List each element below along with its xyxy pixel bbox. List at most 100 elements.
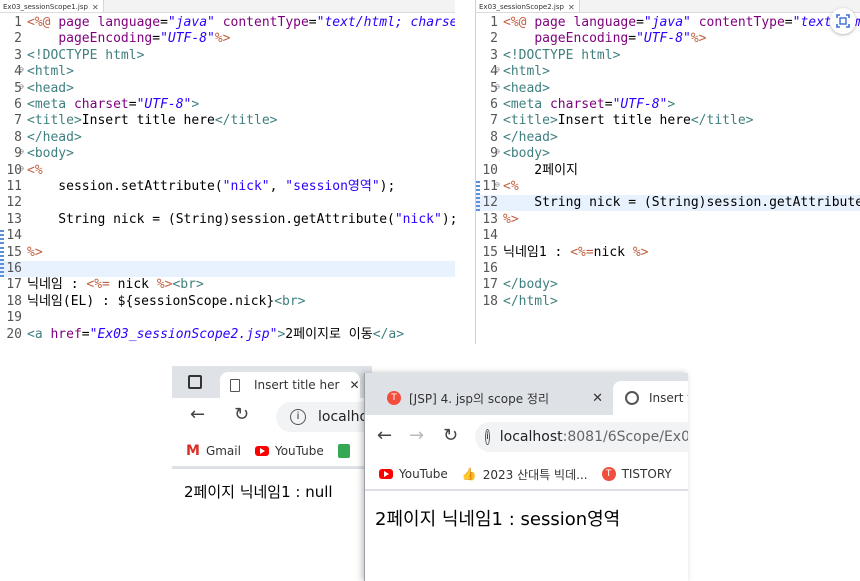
code-line[interactable]: 9 ⊖ <body> bbox=[0, 146, 455, 162]
code-line[interactable]: 2 pageEncoding="UTF-8"%> bbox=[476, 31, 860, 47]
close-icon[interactable]: ✕ bbox=[568, 3, 575, 12]
fold-toggle-icon[interactable]: ⊖ bbox=[495, 144, 500, 160]
code-line[interactable]: 12 String nick = (String)session.getAttr… bbox=[476, 195, 860, 212]
bookmark-youtube[interactable]: YouTube bbox=[379, 467, 448, 481]
code-line[interactable]: 10 ⊖ <% bbox=[0, 163, 455, 179]
page-text: 2페이지 닉네임1 : session영역 bbox=[375, 509, 621, 530]
screen-capture-icon[interactable] bbox=[830, 8, 856, 34]
code-text: <head> bbox=[503, 80, 550, 96]
code-line[interactable]: 18 </html> bbox=[476, 294, 860, 310]
fold-toggle-icon[interactable]: ⊖ bbox=[19, 144, 24, 160]
code-line[interactable]: 18 닉네임(EL) : ${sessionScope.nick}<br> bbox=[0, 294, 455, 310]
fold-toggle-icon[interactable]: ⊖ bbox=[495, 177, 500, 193]
line-number: 6 bbox=[14, 97, 22, 112]
fold-toggle-icon[interactable]: ⊖ bbox=[495, 79, 500, 95]
code-line[interactable]: 1 <%@ page language="java" contentType="t… bbox=[0, 15, 455, 31]
tab-insert-title[interactable]: Insert t bbox=[613, 381, 688, 415]
browser-back-bookmarks: M Gmail YouTube bbox=[172, 436, 372, 466]
code-line[interactable]: 8 </head> bbox=[476, 130, 860, 146]
code-text: 닉네임 : <%= nick %><br> bbox=[27, 277, 204, 293]
youtube-icon bbox=[379, 469, 393, 479]
browser-front-bookmarks: YouTube 👍 2023 산대특 빅데... T TISTORY bbox=[365, 459, 688, 489]
code-line[interactable]: 5 ⊖ <head> bbox=[476, 81, 860, 97]
code-line[interactable]: 1 <%@ page language="java" contentType="t… bbox=[476, 15, 860, 31]
code-line[interactable]: 11 session.setAttribute("nick", "session… bbox=[0, 179, 455, 195]
fold-toggle-icon[interactable]: ⊖ bbox=[19, 79, 24, 95]
info-icon[interactable]: i bbox=[290, 409, 306, 425]
code-line[interactable]: 6 <meta charset="UTF-8"> bbox=[0, 97, 455, 113]
code-line[interactable]: 3 <!DOCTYPE html> bbox=[476, 48, 860, 64]
back-arrow-icon[interactable]: ← bbox=[190, 404, 205, 425]
code-line[interactable]: 14 bbox=[476, 228, 860, 244]
bookmark-youtube[interactable]: YouTube bbox=[254, 444, 324, 458]
code-line[interactable]: 16 bbox=[476, 261, 860, 277]
info-icon[interactable]: i bbox=[485, 429, 490, 445]
code-line[interactable]: 9 ⊖ <body> bbox=[476, 146, 860, 162]
page-text: 2페이지 닉네임1 : null bbox=[184, 483, 333, 501]
code-text: String nick = (String)session.getAttribu… bbox=[503, 195, 860, 211]
line-number: 15 bbox=[6, 244, 22, 260]
code-line[interactable]: 5 ⊖ <head> bbox=[0, 81, 455, 97]
tab-overview-icon[interactable] bbox=[188, 375, 202, 389]
code-line[interactable]: 15 닉네임1 : <%=nick %> bbox=[476, 245, 860, 261]
code-text: <% bbox=[503, 179, 519, 194]
bookmark-bigdata[interactable]: 👍 2023 산대특 빅데... bbox=[462, 466, 588, 483]
line-number: 20 bbox=[6, 326, 22, 342]
code-line[interactable]: 19 bbox=[0, 310, 455, 326]
code-line[interactable]: 12 bbox=[0, 195, 455, 211]
code-text: String nick = (String)session.getAttribu… bbox=[27, 211, 455, 227]
reload-icon[interactable]: ↻ bbox=[234, 404, 249, 425]
code-text: %> bbox=[27, 244, 43, 260]
code-line[interactable]: 16 bbox=[0, 261, 455, 277]
address-bar[interactable]: i localhos bbox=[276, 402, 372, 432]
code-line[interactable]: 10 2페이지 bbox=[476, 163, 860, 179]
address-bar[interactable]: i localhost:8081/6Scope/Ex03_ bbox=[475, 422, 688, 452]
tab-jsp-scope[interactable]: T [JSP] 4. jsp의 scope 정리 ✕ bbox=[373, 385, 611, 411]
fold-toggle-icon[interactable]: ⊖ bbox=[19, 161, 24, 177]
code-text: <% bbox=[27, 162, 43, 178]
back-arrow-icon[interactable]: ← bbox=[377, 425, 392, 446]
fold-toggle-icon[interactable]: ⊖ bbox=[19, 62, 24, 78]
browser-back-tabstrip: Insert title her ✕ bbox=[172, 366, 372, 398]
editor-tab-sessionscope1[interactable]: Ex03_sessionScope1.jsp ✕ bbox=[0, 0, 104, 12]
code-line[interactable]: 3 <!DOCTYPE html> bbox=[0, 48, 455, 64]
code-text: pageEncoding="UTF-8"%> bbox=[534, 31, 707, 47]
close-icon[interactable]: ✕ bbox=[349, 378, 359, 392]
code-line[interactable]: 8 </head> bbox=[0, 130, 455, 146]
code-line[interactable]: 11 ⊖ <% bbox=[476, 179, 860, 195]
maps-icon[interactable] bbox=[337, 444, 350, 458]
code-line[interactable]: 7 <title>Insert title here</title> bbox=[0, 113, 455, 129]
code-line[interactable]: 13 String nick = (String)session.getAttr… bbox=[0, 212, 455, 228]
code-line[interactable]: 7 <title>Insert title here</title> bbox=[476, 113, 860, 129]
code-line[interactable]: 17 닉네임 : <%= nick %><br> bbox=[0, 277, 455, 293]
close-icon[interactable]: ✕ bbox=[592, 391, 603, 406]
code-line[interactable]: 6 <meta charset="UTF-8"> bbox=[476, 97, 860, 113]
code-text: 2페이지 bbox=[503, 162, 579, 178]
code-line[interactable]: 4 ⊖ <html> bbox=[476, 64, 860, 80]
line-number: 16 bbox=[482, 261, 498, 276]
fold-toggle-icon[interactable]: ⊖ bbox=[495, 62, 500, 78]
code-line[interactable]: 15 %> bbox=[0, 244, 455, 261]
code-line[interactable]: 2 pageEncoding="UTF-8"%> bbox=[0, 31, 455, 47]
browser-window-back: Insert title her ✕ ← ↻ i localhos M Gmail… bbox=[172, 366, 372, 581]
page-icon bbox=[230, 378, 240, 392]
reload-icon[interactable]: ↻ bbox=[443, 425, 458, 446]
code-line[interactable]: 4 ⊖ <html> bbox=[0, 64, 455, 80]
line-number: 1 bbox=[14, 15, 22, 30]
bookmark-tistory[interactable]: T TISTORY bbox=[601, 467, 672, 481]
url-host: localhost bbox=[499, 429, 563, 445]
code-line[interactable]: 20 <a href="Ex03_sessionScope2.jsp">2페이지로… bbox=[0, 327, 455, 343]
code-text: 닉네임(EL) : ${sessionScope.nick}<br> bbox=[27, 293, 306, 309]
line-number: 2 bbox=[14, 31, 22, 47]
code-line[interactable]: 14 bbox=[0, 228, 455, 245]
bookmark-gmail[interactable]: M Gmail bbox=[186, 443, 241, 459]
code-line[interactable]: 13 %> bbox=[476, 212, 860, 228]
globe-icon bbox=[625, 391, 639, 405]
editor-tab-sessionscope2[interactable]: Ex03_sessionScope2.jsp ✕ bbox=[476, 0, 580, 12]
tab-insert-title[interactable]: Insert title her ✕ bbox=[220, 372, 360, 398]
browser-front-toolbar: ← → ↻ i localhost:8081/6Scope/Ex03_ bbox=[365, 415, 688, 459]
line-number: 17 bbox=[6, 277, 22, 293]
youtube-icon bbox=[254, 446, 269, 456]
close-icon[interactable]: ✕ bbox=[92, 3, 99, 12]
code-line[interactable]: 17 </body> bbox=[476, 277, 860, 293]
